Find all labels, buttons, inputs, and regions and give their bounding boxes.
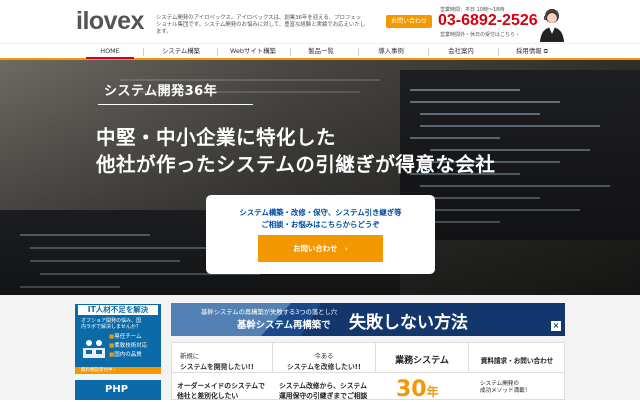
main-nav: HOME システム構築 Webサイト構築 製品一覧 導入事例 会社案内 採用情報… [0,43,640,60]
card-new-system[interactable]: 新規に システムを開発したい!! [172,343,273,373]
after-hours-link[interactable]: 営業時間外・休日の受付はこちら › [440,31,519,38]
card-new-h2: システムを開発したい!! [180,363,254,371]
hero-contact-button[interactable]: お問い合わせ › [258,235,383,262]
nav-home[interactable]: HOME [86,44,134,59]
phone-number[interactable]: 03-6892-2526 [438,12,538,30]
banner-line-1: 基幹システムの再構築が失敗する3つの落とし穴 [201,309,338,316]
hero-badge-underline [98,104,253,105]
hero-headline-1: 中堅・中小企業に特化した [96,126,337,149]
nav-divider [498,48,499,56]
nav-divider [428,48,429,56]
nav-cases[interactable]: 導入事例 [366,44,416,59]
it-shortage-banner[interactable]: IT人材不足を解決 オフショア開発の悩み、国内ラボで解決しませんか？ ■専任チー… [75,304,161,374]
nav-company[interactable]: 会社案内 [436,44,486,59]
card-existing-system[interactable]: 今ある システムを改修したい!! [273,343,376,373]
header-tagline: システム開発のアイロベックス。アイロベックスは、創業36年を迎える、プロフェッシ… [156,15,366,35]
nav-products[interactable]: 製品一覧 [296,44,346,59]
it-banner-title: IT人材不足を解決 [78,305,158,315]
business-years: 30年 [396,377,439,402]
it-banner-list: ■専任チーム ■柔軟技術対応 ■国内の品質 [109,334,148,358]
hero-box-line-2: ご相談・お悩みはこちらからどうぞ [261,220,380,229]
hero-headline-2: 他社が作ったシステムの引継ぎが得意な会社 [96,153,496,176]
header-contact-button[interactable]: お問い合わせ [386,15,432,28]
it-banner-footer: 無料相談受付中 › [75,367,161,374]
card-docs-body: システム開発の 成功メソッド満載！ [480,381,531,394]
nav-divider [217,48,218,56]
card-document-request[interactable]: 資料請求・お問い合わせ [469,343,565,373]
failure-prevention-banner[interactable]: 基幹システムの再構築が失敗する3つの落とし穴 基幹システム再構築で 失敗しない方… [171,303,565,336]
card-existing-h1: 今ある [314,352,334,360]
it-banner-subtitle: オフショア開発の悩み、国内ラボで解決しませんか？ [81,318,142,330]
banner-line-2: 基幹システム再構築で [237,320,331,331]
site-header: ilovex システム開発のアイロベックス。アイロベックスは、創業36年を迎える… [0,0,640,43]
nav-recruit[interactable]: 採用情報 ⧉ [508,44,556,59]
close-icon: × [551,321,561,331]
card-docs-title: 資料請求・お問い合わせ [480,357,554,365]
team-illustration-icon [83,340,105,358]
hero-box-line-1: システム構築・改修・保守、システム引き継ぎ等 [239,208,402,217]
service-cards: 新規に システムを開発したい!! 今ある システムを改修したい!! 業務システム… [171,342,565,402]
php-banner[interactable]: PHP [75,380,161,400]
nav-system[interactable]: システム構築 [150,44,212,59]
card-existing-h2: システムを改修したい!! [287,363,361,371]
site-logo[interactable]: ilovex [76,8,144,34]
banner-line-3: 失敗しない方法 [349,313,468,333]
hero-contact-box: システム構築・改修・保守、システム引き継ぎ等 ご相談・お悩みはこちらからどうぞ … [206,195,435,274]
external-link-icon: ⧉ [543,48,548,55]
card-business-title: 業務システム [395,356,449,366]
nav-divider [143,48,144,56]
hero-badge: システム開発36年 [104,84,218,99]
nav-divider [358,48,359,56]
nav-divider [290,48,291,56]
card-business-system[interactable]: 業務システム [376,343,469,373]
operator-avatar-icon [540,9,564,42]
card-new-h1: 新規に [180,352,200,360]
card-existing-body: システム改修から、システム 運用保守の引継ぎまでご相談 [279,382,368,400]
nav-website[interactable]: Webサイト構築 [222,44,284,59]
card-new-body: オーダーメイドのシステムで 他社と差別化したい [177,382,265,400]
